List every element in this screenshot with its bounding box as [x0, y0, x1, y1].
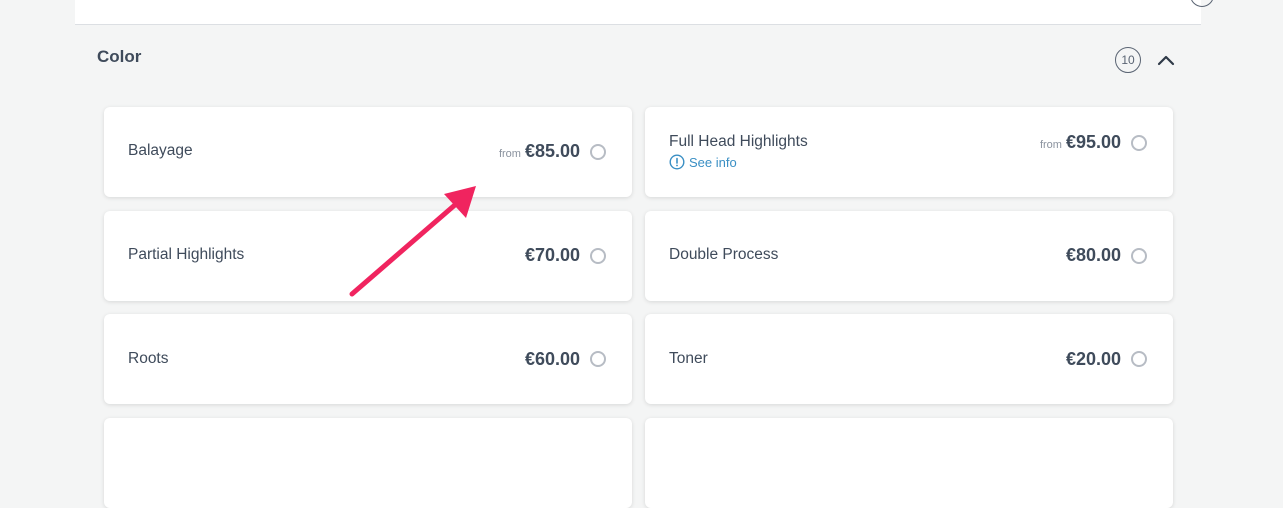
- select-radio[interactable]: [590, 144, 606, 160]
- info-icon: [669, 154, 685, 170]
- service-card-partial[interactable]: [104, 418, 632, 508]
- section-title: Color: [97, 47, 142, 66]
- service-price: €60.00: [524, 349, 580, 369]
- service-price: €20.00: [1065, 349, 1121, 369]
- service-name: Roots: [128, 350, 169, 367]
- previous-section-count-badge: [1190, 0, 1214, 7]
- price-block: €80.00: [1062, 245, 1121, 266]
- service-card-partial[interactable]: [645, 418, 1173, 508]
- see-info-link[interactable]: See info: [669, 154, 737, 170]
- select-radio[interactable]: [590, 248, 606, 264]
- chevron-up-icon[interactable]: [1155, 47, 1177, 73]
- service-name: Balayage: [128, 142, 193, 159]
- price-block: €70.00: [521, 245, 580, 266]
- previous-section-panel: [75, 0, 1214, 25]
- price-block: €60.00: [521, 349, 580, 370]
- from-label: from: [1039, 139, 1062, 151]
- service-name: Toner: [669, 350, 708, 367]
- service-price: €70.00: [524, 245, 580, 265]
- service-price: €80.00: [1065, 245, 1121, 265]
- select-radio[interactable]: [1131, 135, 1147, 151]
- service-price: €85.00: [524, 141, 580, 161]
- service-count-badge: 10: [1115, 47, 1141, 73]
- service-card-partial-highlights[interactable]: Partial Highlights €70.00: [104, 211, 632, 301]
- service-card-double-process[interactable]: Double Process €80.00: [645, 211, 1173, 301]
- service-name: Full Head Highlights: [669, 133, 808, 150]
- color-section-header[interactable]: Color 10: [75, 25, 1201, 95]
- select-radio[interactable]: [590, 351, 606, 367]
- service-card-full-head-highlights[interactable]: Full Head Highlights See info from €95.0…: [645, 107, 1173, 197]
- service-card-toner[interactable]: Toner €20.00: [645, 314, 1173, 404]
- service-name: Partial Highlights: [128, 246, 245, 263]
- price-block: €20.00: [1062, 349, 1121, 370]
- service-card-balayage[interactable]: Balayage from €85.00: [104, 107, 632, 197]
- price-block: from €85.00: [499, 141, 580, 162]
- see-info-label: See info: [689, 154, 737, 170]
- service-name: Double Process: [669, 246, 779, 263]
- service-card-roots[interactable]: Roots €60.00: [104, 314, 632, 404]
- select-radio[interactable]: [1131, 248, 1147, 264]
- price-block: from €95.00: [1040, 132, 1121, 153]
- select-radio[interactable]: [1131, 351, 1147, 367]
- service-price: €95.00: [1065, 132, 1121, 152]
- from-label: from: [498, 148, 521, 160]
